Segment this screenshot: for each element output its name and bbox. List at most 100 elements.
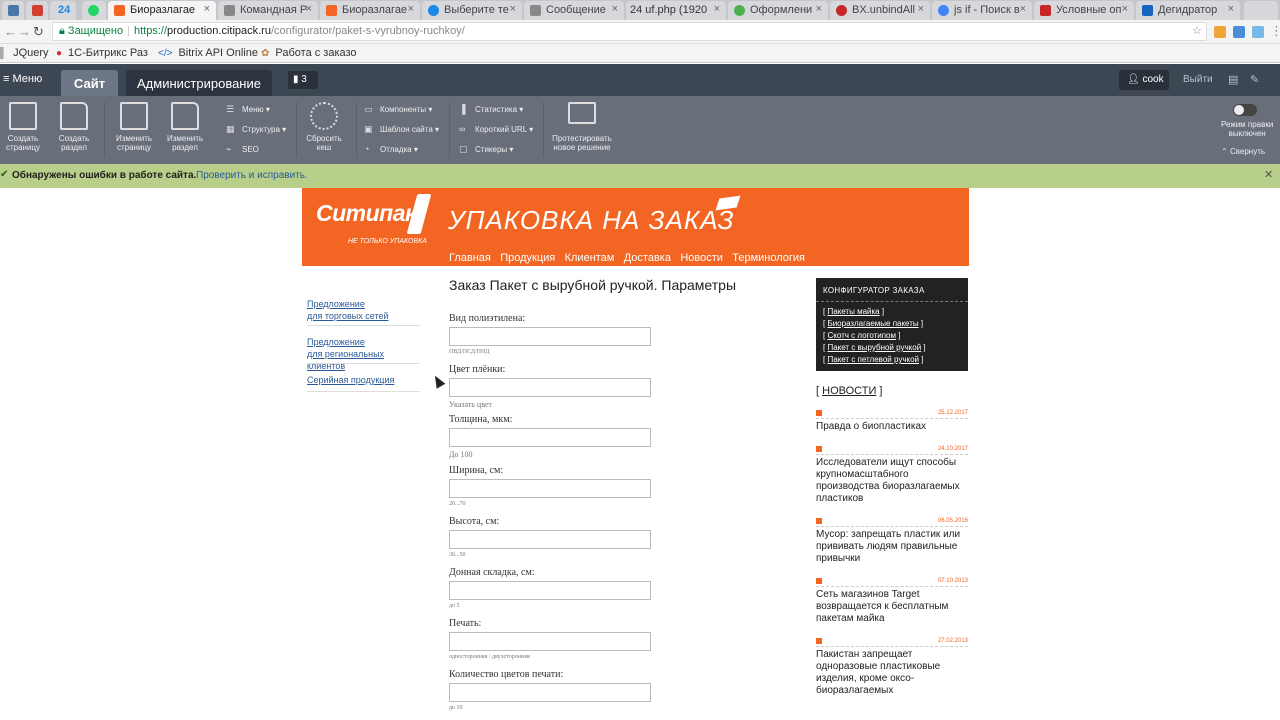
create-page-button[interactable]: Создать страницу	[0, 102, 46, 152]
bullet-icon	[816, 638, 822, 644]
config-link[interactable]: [ Пакет с вырубной ручкой ]	[823, 343, 926, 352]
left-nav-item-retail[interactable]: Предложение для торговых сетей	[307, 298, 420, 326]
thickness-input[interactable]	[449, 428, 651, 447]
close-tab-icon[interactable]: ×	[816, 3, 822, 15]
print-input[interactable]	[449, 632, 651, 651]
close-tab-icon[interactable]: ×	[204, 3, 210, 15]
browser-tab[interactable]: Биоразлагае ×	[320, 1, 420, 20]
statistics-dropdown[interactable]: ▐ Статистика ▾	[459, 104, 523, 114]
news-item[interactable]: 27.02.2013 Пакистан запрещает одноразовы…	[816, 638, 968, 700]
nav-item-delivery[interactable]: Доставка	[624, 252, 671, 264]
bullet-icon	[816, 446, 822, 452]
browser-tab[interactable]: Сообщение ×	[524, 1, 624, 20]
browser-tab[interactable]	[82, 1, 106, 20]
bookmark-item[interactable]: ▌ JQuery	[0, 47, 49, 59]
debug-dropdown[interactable]: ◔ Отладка ▾	[364, 144, 418, 154]
tab-administration[interactable]: Администрирование	[126, 70, 272, 96]
bitrix-menu-button[interactable]: ≡ Меню	[3, 73, 42, 85]
width-input[interactable]	[449, 479, 651, 498]
news-item[interactable]: 24.10.2017 Исследователи ищут способы кр…	[816, 446, 968, 508]
browser-tab-active[interactable]: Биоразлагае ×	[108, 1, 216, 20]
nav-item-home[interactable]: Главная	[449, 252, 491, 264]
extension-icon[interactable]	[1214, 26, 1226, 38]
close-tab-icon[interactable]: ×	[1122, 3, 1128, 15]
seo-button[interactable]: ⌁ SEO	[226, 144, 259, 155]
components-dropdown[interactable]: ▭ Компоненты ▾	[364, 104, 432, 115]
browser-tab[interactable]: js if - Поиск в ×	[932, 1, 1032, 20]
tab-site[interactable]: Сайт	[61, 70, 118, 96]
browser-tab[interactable]: 24 uf.php (1920 ×	[626, 1, 726, 20]
reload-icon[interactable]: ↻	[33, 24, 44, 40]
create-section-button[interactable]: Создать раздел	[51, 102, 97, 152]
collapse-button[interactable]: ⌃ Свернуть	[1221, 147, 1265, 156]
close-icon[interactable]: ✕	[1264, 168, 1273, 181]
site-template-dropdown[interactable]: ▣ Шаблон сайта ▾	[364, 124, 439, 135]
browser-tab[interactable]: Оформлени ×	[728, 1, 828, 20]
back-icon[interactable]: ←	[4, 24, 17, 39]
browser-tab[interactable]: 24	[50, 1, 76, 20]
bookmark-item[interactable]: ● 1С-Битрикс Раз	[56, 47, 148, 59]
close-tab-icon[interactable]: ×	[612, 3, 618, 15]
kebab-menu-icon[interactable]: ⋮	[1270, 23, 1280, 39]
close-tab-icon[interactable]: ×	[1228, 3, 1234, 15]
short-url-dropdown[interactable]: ∞ Короткий URL ▾	[459, 124, 533, 134]
bottom-fold-input[interactable]	[449, 581, 651, 600]
news-item[interactable]: 06.05.2016 Мусор: запрещать пластик или …	[816, 518, 968, 568]
close-tab-icon[interactable]: ×	[1020, 3, 1026, 15]
forward-icon[interactable]: →	[18, 24, 31, 39]
bookmark-item[interactable]: </> Bitrix API Online	[158, 47, 258, 59]
check-and-fix-link[interactable]: Проверить и исправить.	[196, 170, 308, 181]
nav-item-news[interactable]: Новости	[680, 252, 723, 264]
film-color-input[interactable]	[449, 378, 651, 397]
config-link[interactable]: [ Пакеты майка ]	[823, 307, 884, 316]
url-input[interactable]: 🔒︎ Защищено | https://production.citipack.…	[52, 22, 1207, 41]
extension-icon[interactable]	[1233, 26, 1245, 38]
browser-tab[interactable]	[2, 1, 24, 20]
extension-icon[interactable]	[1252, 26, 1264, 38]
stickers-dropdown[interactable]: ▢ Стикеры ▾	[459, 144, 513, 155]
browser-tab[interactable]: Выберите те ×	[422, 1, 522, 20]
nav-item-products[interactable]: Продукция	[500, 252, 555, 264]
print-colors-input[interactable]	[449, 683, 651, 702]
close-tab-icon[interactable]: ×	[918, 3, 924, 15]
news-heading[interactable]: [ НОВОСТИ ]	[816, 385, 882, 397]
star-icon[interactable]: ☆	[1192, 24, 1202, 37]
browser-tab[interactable]: Дегидратор ×	[1136, 1, 1240, 20]
browser-tab[interactable]: BX.unbindAll ×	[830, 1, 930, 20]
field-label: Ширина, см:	[449, 465, 504, 476]
news-item[interactable]: 07.10.2013 Сеть магазинов Target возвращ…	[816, 578, 968, 628]
pin-icon[interactable]: ✎	[1250, 73, 1259, 86]
polyethylene-type-input[interactable]	[449, 327, 651, 346]
menu-dropdown[interactable]: ☰ Меню ▾	[226, 104, 270, 115]
structure-dropdown[interactable]: ▦ Структура ▾	[226, 124, 286, 135]
bookmark-item[interactable]: ✿ Работа с заказо	[261, 47, 357, 59]
close-tab-icon[interactable]: ×	[510, 3, 516, 15]
test-solution-button[interactable]: Протестировать новое решение	[552, 102, 612, 152]
browser-tab[interactable]: Условные оп ×	[1034, 1, 1134, 20]
site-logo[interactable]: Ситипак НЕ ТОЛЬКО УПАКОВКА	[316, 194, 432, 248]
browser-tab[interactable]	[26, 1, 48, 20]
edit-section-button[interactable]: Изменить раздел	[162, 102, 208, 152]
lock-icon: 🔒︎	[59, 25, 65, 37]
news-item[interactable]: 25.12.2017 Правда о биопластиках	[816, 410, 968, 436]
nav-item-clients[interactable]: Клиентам	[565, 252, 615, 264]
logout-link[interactable]: Выйти	[1183, 74, 1213, 85]
close-tab-icon[interactable]: ×	[306, 3, 312, 15]
config-link[interactable]: [ Пакет с петлевой ручкой ]	[823, 355, 923, 364]
edit-page-button[interactable]: Изменить страницу	[111, 102, 157, 152]
config-link[interactable]: [ Скотч с логотипом ]	[823, 331, 900, 340]
reset-cache-button[interactable]: Сбросить кеш	[301, 102, 347, 152]
left-nav-item-regional[interactable]: Предложение для региональных клиентов	[307, 326, 420, 371]
close-tab-icon[interactable]: ×	[714, 3, 720, 15]
edit-mode-toggle[interactable]	[1233, 104, 1257, 116]
close-tab-icon[interactable]: ×	[408, 3, 414, 15]
browser-tab[interactable]: Командная Р ×	[218, 1, 318, 20]
settings-icon[interactable]: ▤	[1228, 73, 1238, 86]
notifications-badge[interactable]: ▮ 3	[288, 71, 318, 89]
new-tab-button[interactable]	[1244, 1, 1278, 20]
config-link[interactable]: [ Биоразлагаемые пакеты ]	[823, 319, 923, 328]
height-input[interactable]	[449, 530, 651, 549]
nav-item-terminology[interactable]: Терминология	[732, 252, 805, 264]
field-hint: 30...50	[449, 552, 466, 558]
user-button[interactable]: 👤︎ cook	[1119, 70, 1169, 90]
